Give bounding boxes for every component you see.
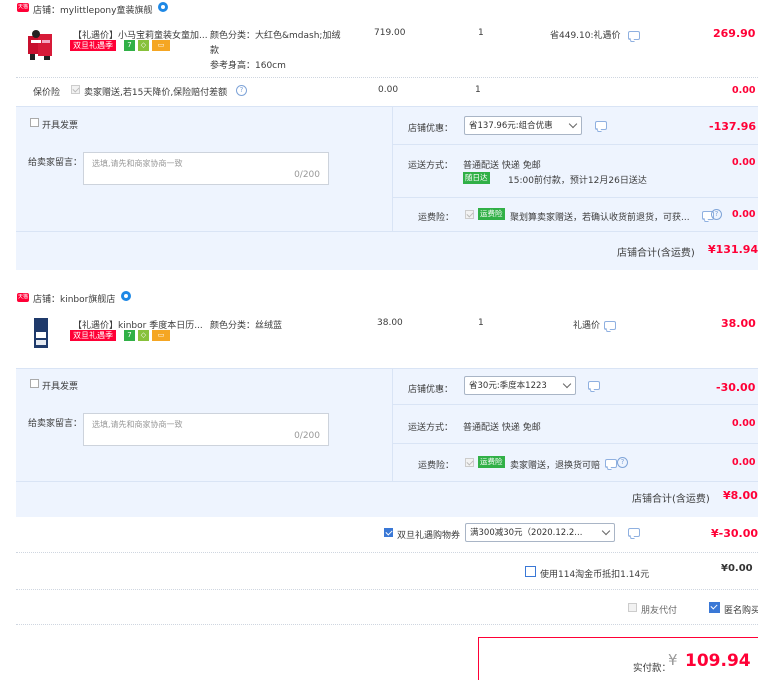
freight-ins-amount: 0.00 <box>732 209 756 220</box>
anonymous-buy-label: 匿名购买 <box>724 606 758 616</box>
wangwang-chat-icon[interactable] <box>158 2 168 12</box>
anonymous-buy-checkbox[interactable] <box>709 602 720 613</box>
store-total: ¥8.00 <box>723 489 758 502</box>
seller-message-input[interactable]: 选填,请先和商家协商一致 0/200 <box>83 413 329 446</box>
tmall-icon: 天猫 <box>17 293 29 302</box>
shopping-voucher-select[interactable]: 满300减30元（2020.12.2... <box>465 523 615 542</box>
unit-price: 38.00 <box>377 318 403 328</box>
guarantee-icon: ◇ <box>138 330 149 341</box>
insurance-price: 0.00 <box>378 85 399 95</box>
chat-icon[interactable] <box>628 31 640 40</box>
taobao-coin-checkbox[interactable] <box>525 566 536 577</box>
product-thumbnail[interactable] <box>22 314 58 350</box>
insurance-desc: 卖家赠送,若15天降价,保险赔付差额 <box>84 88 228 98</box>
help-icon[interactable]: ? <box>236 85 247 96</box>
guarantee-icon: ◇ <box>138 40 149 51</box>
freight-ins-label: 运费险： <box>418 461 455 471</box>
seven-day-return-icon: 7 <box>124 40 135 51</box>
chat-icon[interactable] <box>588 381 600 390</box>
shipping-label: 运送方式： <box>408 423 454 433</box>
chat-icon[interactable] <box>605 459 617 468</box>
friend-pay-checkbox[interactable] <box>628 603 637 612</box>
chat-icon[interactable] <box>628 528 640 537</box>
invoice-label: 开具发票 <box>42 382 79 392</box>
store-name[interactable]: 店铺：mylittlepony童装旗舰 <box>33 3 152 16</box>
chevron-down-icon <box>562 379 572 389</box>
spec-color: 颜色分类：大红色&mdash;加绒 <box>210 31 341 41</box>
store-total: ¥131.94 <box>708 243 758 256</box>
invoice-checkbox[interactable] <box>30 118 39 127</box>
coupon-label: 店铺优惠： <box>408 385 454 395</box>
wangwang-chat-icon[interactable] <box>121 291 131 301</box>
taobao-coin-label: 使用114淘金币抵扣1.14元 <box>540 570 650 580</box>
freight-ins-badge: 运费险 <box>478 208 505 220</box>
card-pay-icon: ▭ <box>152 330 170 341</box>
seller-message-input[interactable]: 选填,请先和商家协商一致 0/200 <box>83 152 329 185</box>
insurance-qty: 1 <box>475 85 481 95</box>
shipping-label: 运送方式： <box>408 161 454 171</box>
quantity: 1 <box>478 28 484 38</box>
tmall-icon: 天猫 <box>17 3 29 12</box>
invoice-label: 开具发票 <box>42 121 79 131</box>
shipping-method: 普通配送 快递 免邮 <box>463 161 541 171</box>
freight-ins-checkbox <box>465 458 474 467</box>
freight-ins-checkbox <box>465 210 474 219</box>
festival-tag: 双旦礼遇季 <box>70 330 116 341</box>
help-icon[interactable]: ? <box>711 209 722 220</box>
payment-currency: ¥ <box>668 651 678 669</box>
shopping-voucher-label: 双旦礼遇购物券 <box>397 531 461 541</box>
invoice-checkbox[interactable] <box>30 379 39 388</box>
message-label: 给卖家留言： <box>28 158 83 168</box>
coupon-amount: -137.96 <box>709 120 757 133</box>
shipping-amount: 0.00 <box>732 418 756 429</box>
shipping-amount: 0.00 <box>732 157 756 168</box>
freight-ins-amount: 0.00 <box>732 457 756 468</box>
store-name[interactable]: 店铺：kinbor旗舰店 <box>33 292 115 305</box>
promo-text: 省449.10:礼遇价 <box>550 31 621 41</box>
payment-label: 实付款： <box>633 663 672 674</box>
freight-ins-badge: 运费险 <box>478 456 505 468</box>
chevron-down-icon <box>601 526 611 536</box>
store-total-label: 店铺合计(含运费) <box>617 248 695 259</box>
shopping-voucher-checkbox[interactable] <box>384 528 393 537</box>
promo-text: 礼遇价 <box>573 321 601 331</box>
item-subtotal: 38.00 <box>721 317 756 330</box>
product-thumbnail[interactable] <box>22 26 58 62</box>
card-pay-icon: ▭ <box>152 40 170 51</box>
store-total-label: 店铺合计(含运费) <box>632 494 710 505</box>
spec-color-cont: 款 <box>210 46 220 56</box>
store-coupon-select[interactable]: 省30元:季度本1223 <box>464 376 576 395</box>
help-icon[interactable]: ? <box>617 457 628 468</box>
quantity: 1 <box>478 318 484 328</box>
message-label: 给卖家留言： <box>28 419 83 429</box>
spec-height: 参考身高：160cm <box>210 61 286 71</box>
spec-color: 颜色分类：丝绒蓝 <box>210 321 283 331</box>
shopping-voucher-amount: ¥-30.00 <box>711 527 758 540</box>
item-subtotal: 269.90 <box>713 27 756 40</box>
seven-day-return-icon: 7 <box>124 330 135 341</box>
freight-ins-desc: 聚划算卖家赠送，若确认收货前退货，可获... <box>510 213 690 223</box>
freight-ins-label: 运费险： <box>418 213 455 223</box>
taobao-coin-amount: ¥0.00 <box>721 563 753 574</box>
festival-tag: 双旦礼遇季 <box>70 40 116 51</box>
shipping-method: 普通配送 快递 免邮 <box>463 423 541 433</box>
chevron-down-icon <box>568 119 578 129</box>
coupon-amount: -30.00 <box>716 381 756 394</box>
freight-ins-desc: 卖家赠送，退换货可赔 <box>510 461 601 471</box>
insurance-checkbox <box>71 85 80 94</box>
insurance-subtotal: 0.00 <box>732 85 756 96</box>
friend-pay-label: 朋友代付 <box>641 606 678 616</box>
shipping-eta: 15:00前付款，预计12月26日送达 <box>508 176 647 186</box>
chat-icon[interactable] <box>595 121 607 130</box>
fast-delivery-badge: 随日达 <box>463 172 490 184</box>
store-coupon-select[interactable]: 省137.96元:组合优惠 <box>464 116 582 135</box>
payment-amount: 109.94 <box>685 651 751 671</box>
unit-price: 719.00 <box>374 28 406 38</box>
insurance-label: 保价险 <box>33 88 61 98</box>
coupon-label: 店铺优惠： <box>408 124 454 134</box>
chat-icon[interactable] <box>604 321 616 330</box>
